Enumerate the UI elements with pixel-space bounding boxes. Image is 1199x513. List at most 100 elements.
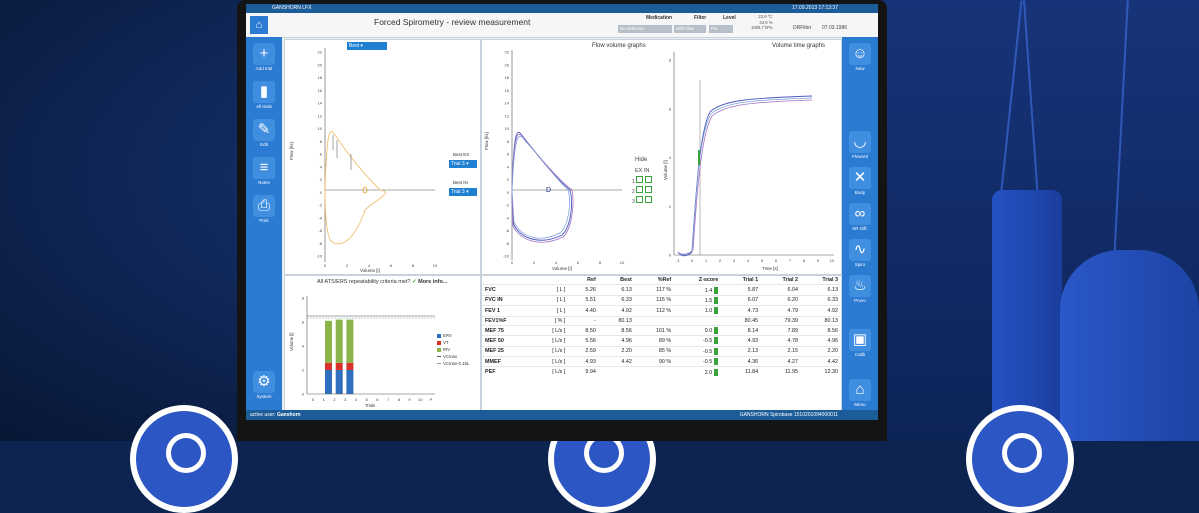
legend-swatch — [437, 347, 441, 352]
cell-value: 4.92 — [621, 307, 632, 314]
hide-in-checkbox[interactable] — [644, 176, 652, 183]
trial-2-curve — [511, 134, 574, 243]
cell-z: 2.0 — [674, 366, 722, 377]
cell-t1: 8.14 — [721, 324, 762, 336]
calib-button[interactable]: ▣ Calib — [846, 327, 874, 363]
edit-button[interactable]: ✎ Edit — [250, 117, 278, 153]
cell-value: 8.14 — [747, 327, 759, 334]
cell-best: 4.96 — [598, 335, 635, 347]
y-tick-label: 16 — [505, 88, 510, 93]
y-tick-label: 10 — [318, 126, 323, 131]
flowvol-button[interactable]: ◡ FlowVol — [846, 129, 874, 165]
body-button[interactable]: ✕ Body — [846, 165, 874, 201]
new-button[interactable]: ☺ New — [846, 41, 874, 77]
trial-1-curve — [511, 132, 573, 241]
menu-button[interactable]: ⌂ Menu — [846, 377, 874, 413]
cell-name: MMEF — [482, 355, 533, 367]
x-tick-label: 2 — [533, 260, 536, 265]
y-tick-label: 4 — [669, 155, 672, 160]
zscore-bar — [714, 307, 719, 315]
cell-ref: 4.40 — [568, 305, 599, 316]
best-ex-select[interactable]: Trial 3 ▾ — [449, 160, 477, 168]
cell-value: - — [594, 317, 596, 324]
print-button[interactable]: ⎙ Print — [250, 193, 278, 229]
repeatability-panel: All ATS/ERS repeatability criteria met? … — [284, 275, 481, 411]
x-tick-label: 10 — [620, 260, 625, 265]
y-tick-label: 0 — [507, 190, 510, 195]
hide-checkboxes: 1 2 3 — [632, 176, 652, 206]
sr-diff-button[interactable]: ∞ SR Diff. — [846, 201, 874, 237]
y-tick-label: -4 — [505, 215, 509, 220]
cell-value: MEF 50 — [485, 337, 504, 344]
x-tick-labels: 0 2 4 6 8 10 — [324, 263, 438, 268]
filter-select[interactable]: With filter — [674, 25, 706, 33]
cell-t2: 11.95 — [761, 366, 802, 377]
level-select[interactable]: Pre — [709, 25, 733, 33]
cell-t3: 80.13 — [801, 315, 841, 326]
cell-value: 0.0 — [704, 327, 713, 334]
y-tick-label: 8 — [507, 139, 510, 144]
y-tick-label: -4 — [318, 215, 322, 220]
cell-t1: 11.84 — [721, 366, 762, 377]
cell-t3: 4.42 — [801, 355, 841, 367]
legend-swatch — [437, 356, 441, 358]
y-tick-label: 14 — [505, 101, 510, 106]
provo-button[interactable]: ♨ Provo — [846, 273, 874, 309]
legend-item: VCmax-0.15L — [437, 360, 469, 367]
legend-swatch — [437, 363, 441, 365]
hide-ex-checkbox[interactable] — [636, 176, 644, 183]
cell-best: 80.13 — [598, 315, 635, 326]
cell-pref — [634, 366, 675, 377]
gear-icon: ⚙ — [253, 371, 275, 393]
cell-ref: 8.50 — [568, 324, 599, 336]
search-icon — [166, 433, 206, 473]
column-header: Z-score — [698, 277, 719, 284]
cell-name: FEV 1 — [482, 305, 533, 316]
cell-pref: 101 % — [634, 324, 675, 336]
column-header: Ref — [587, 277, 596, 284]
chart-legend: ERV VT IRV VCmax VCmax-0.15L — [437, 332, 469, 367]
results-table: Ref Best %Ref Z-score Trial 1 Trial 2 Trial 3 … — [482, 276, 841, 377]
cell-value: 4.93 — [747, 337, 759, 344]
y-tick-label: 4 — [302, 344, 305, 349]
trial-3-curve — [511, 136, 570, 239]
x-tick-label: P — [430, 397, 433, 402]
y-tick-label: 12 — [505, 113, 510, 118]
cell-value: 2.0 — [704, 369, 713, 376]
all-trials-button[interactable]: ▮ All trials — [250, 79, 278, 115]
cell-ref: - — [568, 315, 599, 326]
spiro-button[interactable]: ∿ Spiro — [846, 237, 874, 273]
active-user: Ganshorn — [276, 412, 301, 418]
x-tick-label: 9 — [408, 397, 411, 402]
bar-irv-trial-2 — [335, 319, 343, 363]
cell-z: 0.0 — [674, 324, 722, 336]
y-tick-label: 12 — [318, 113, 323, 118]
cell-value: 4.78 — [787, 337, 799, 344]
cell-name: FVC IN — [482, 294, 533, 306]
system-button[interactable]: ⚙ System — [250, 369, 278, 405]
column-header: Trial 2 — [782, 277, 799, 284]
body-icon: ✕ — [849, 167, 871, 189]
legend-label: VT — [443, 340, 449, 345]
printer-icon: ⎙ — [253, 195, 275, 217]
notes-button[interactable]: ≡ Notes — [250, 155, 278, 191]
hide-ex-checkbox[interactable] — [636, 186, 644, 193]
cell-value: 4.36 — [747, 358, 759, 365]
hide-in-checkbox[interactable] — [644, 186, 652, 193]
bike-icon: ∞ — [849, 203, 871, 225]
cell-t2: 4.78 — [761, 335, 802, 347]
cell-value: 117 % — [656, 287, 672, 294]
x-tick-label: 4 — [355, 397, 358, 402]
add-trial-button[interactable]: + Add trial — [250, 41, 278, 77]
cell-value: 90 % — [658, 358, 672, 365]
cell-pref: 89 % — [634, 335, 675, 347]
bar-irv-trial-1 — [325, 320, 332, 363]
medication-select[interactable]: No selection — [618, 25, 672, 33]
cell-name: MEF 25 — [482, 345, 533, 357]
cell-unit: [ L/s ] — [532, 345, 569, 357]
hide-in-checkbox[interactable] — [644, 196, 652, 203]
best-in-select[interactable]: Trial 3 ▾ — [449, 188, 477, 196]
hide-ex-checkbox[interactable] — [636, 196, 644, 203]
x-tick-label: 2 — [719, 258, 722, 263]
cell-value: 2.15 — [787, 348, 799, 355]
